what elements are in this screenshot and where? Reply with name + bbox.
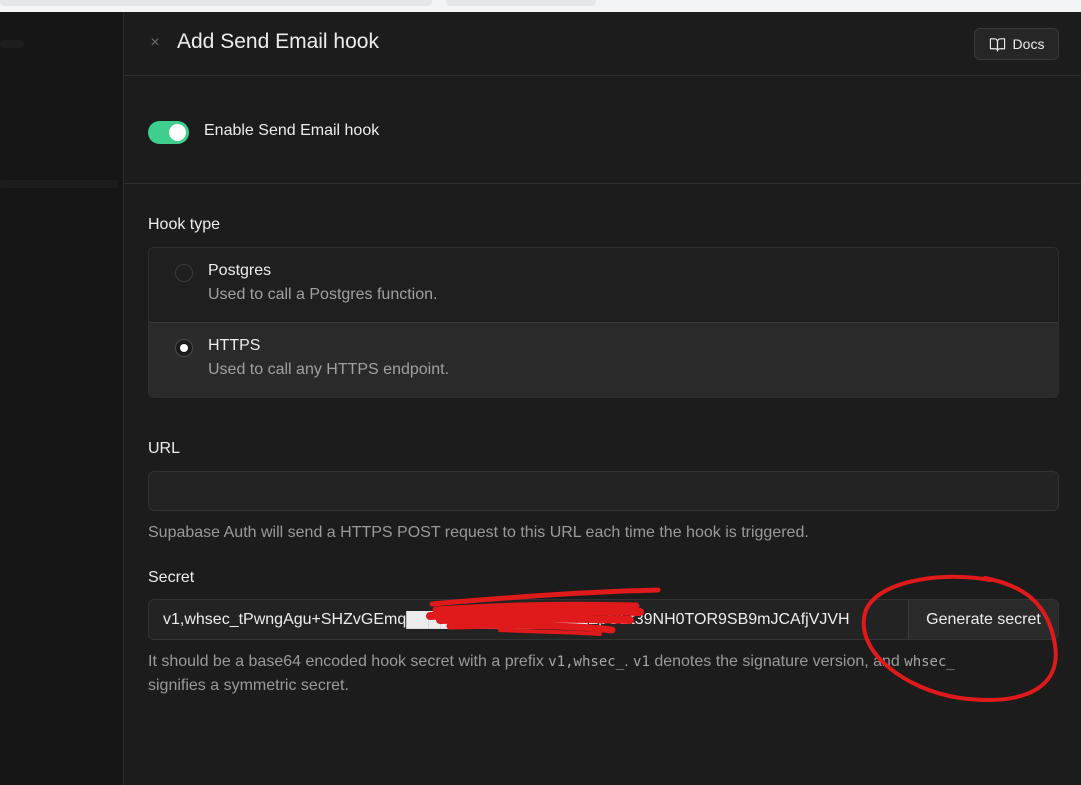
hook-type-option-https[interactable]: HTTPS Used to call any HTTPS endpoint. — [149, 322, 1058, 397]
code-version: v1 — [633, 654, 650, 670]
option-title: HTTPS — [208, 337, 261, 354]
toggle-knob — [169, 124, 186, 141]
close-icon: × — [150, 34, 160, 51]
url-label: URL — [148, 440, 181, 457]
option-description: Used to call any HTTPS endpoint. — [208, 361, 450, 378]
code-whsec: whsec_ — [904, 654, 955, 670]
radio-button[interactable] — [175, 264, 193, 282]
secret-field: Generate secret — [148, 599, 1059, 640]
docs-label: Docs — [1012, 36, 1045, 52]
radio-button-selected[interactable] — [175, 339, 193, 357]
close-button[interactable]: × — [146, 34, 164, 52]
side-panel: × Add Send Email hook Docs Enable Send E… — [124, 12, 1081, 785]
background-dimmed-page — [0, 12, 124, 785]
option-description: Used to call a Postgres function. — [208, 286, 438, 303]
generate-secret-button[interactable]: Generate secret — [908, 600, 1058, 639]
enable-hook-section: Enable Send Email hook — [124, 76, 1081, 184]
help-text-part: denotes the signature version, and — [649, 653, 905, 670]
hook-type-label: Hook type — [148, 216, 221, 233]
secret-help-text: It should be a base64 encoded hook secre… — [148, 650, 1048, 698]
code-prefix: v1,whsec_ — [548, 654, 625, 670]
browser-tab — [446, 0, 596, 6]
url-help-text: Supabase Auth will send a HTTPS POST req… — [148, 524, 809, 541]
dimmed-text — [0, 180, 118, 188]
url-input[interactable] — [148, 471, 1059, 511]
hook-type-radio-group: Postgres Used to call a Postgres functio… — [148, 247, 1059, 398]
panel-title: Add Send Email hook — [177, 30, 379, 53]
help-text-part: signifies a symmetric secret. — [148, 677, 349, 694]
help-text-part: It should be a base64 encoded hook secre… — [148, 653, 549, 670]
book-open-icon — [989, 37, 1005, 51]
browser-top-strip — [0, 0, 1081, 12]
enable-hook-label: Enable Send Email hook — [204, 122, 380, 139]
browser-tab — [0, 0, 432, 6]
hook-type-option-postgres[interactable]: Postgres Used to call a Postgres functio… — [149, 248, 1058, 323]
panel-header: × Add Send Email hook Docs — [124, 12, 1081, 76]
secret-input[interactable] — [149, 600, 908, 639]
dimmed-text — [0, 40, 24, 48]
help-text-part: . — [624, 653, 634, 670]
secret-label: Secret — [148, 569, 195, 586]
docs-button[interactable]: Docs — [974, 28, 1059, 60]
option-title: Postgres — [208, 262, 272, 279]
enable-hook-toggle[interactable] — [148, 121, 189, 144]
